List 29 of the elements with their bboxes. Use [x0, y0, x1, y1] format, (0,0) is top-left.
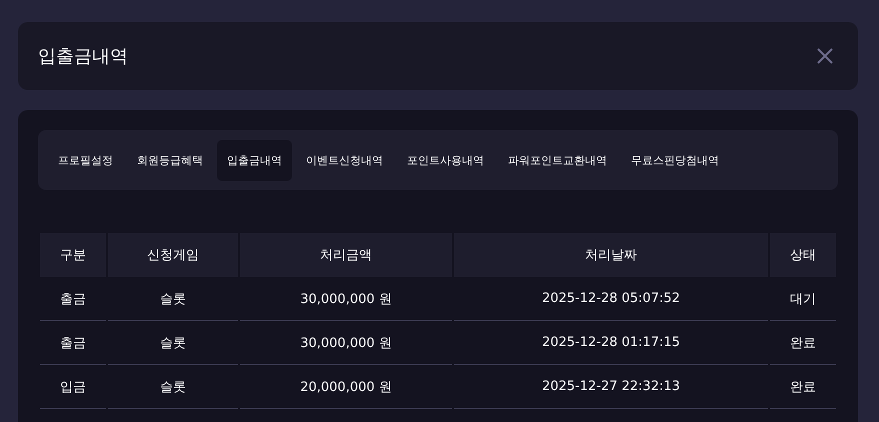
tab[interactable]: 무료스핀당첨내역: [621, 140, 729, 180]
close-icon[interactable]: [816, 47, 834, 65]
table-cell: 2025-12-28 01:17:15: [454, 321, 768, 365]
tab[interactable]: 입출금내역: [217, 140, 292, 180]
tab[interactable]: 회원등급혜택: [127, 140, 213, 180]
table-cell: 2025-12-28 05:07:52: [454, 277, 768, 321]
table-cell: 20,000,000 원: [240, 365, 452, 409]
table-cell: 슬롯: [108, 365, 238, 409]
tab[interactable]: 포인트사용내역: [397, 140, 494, 180]
column-header: 상태: [770, 233, 836, 277]
table-cell: 2025-12-27 22:32:13: [454, 365, 768, 409]
column-header: 처리날짜: [454, 233, 768, 277]
table-cell: 출금: [40, 321, 106, 365]
tab[interactable]: 프로필설정: [48, 140, 123, 180]
tab[interactable]: 이벤트신청내역: [296, 140, 393, 180]
column-header: 구분: [40, 233, 106, 277]
table-cell: 30,000,000 원: [240, 321, 452, 365]
table-cell: 출금: [40, 277, 106, 321]
table-cell: 완료: [770, 321, 836, 365]
column-header: 신청게임: [108, 233, 238, 277]
table-cell: 대기: [770, 277, 836, 321]
dialog-title: 입출금내역: [38, 45, 128, 68]
tab[interactable]: 파워포인트교환내역: [498, 140, 617, 180]
table-cell: 입금: [40, 365, 106, 409]
table-cell: 30,000,000 원: [240, 277, 452, 321]
table-cell: 완료: [770, 365, 836, 409]
table-cell: 슬롯: [108, 277, 238, 321]
table-cell: 슬롯: [108, 321, 238, 365]
column-header: 처리금액: [240, 233, 452, 277]
